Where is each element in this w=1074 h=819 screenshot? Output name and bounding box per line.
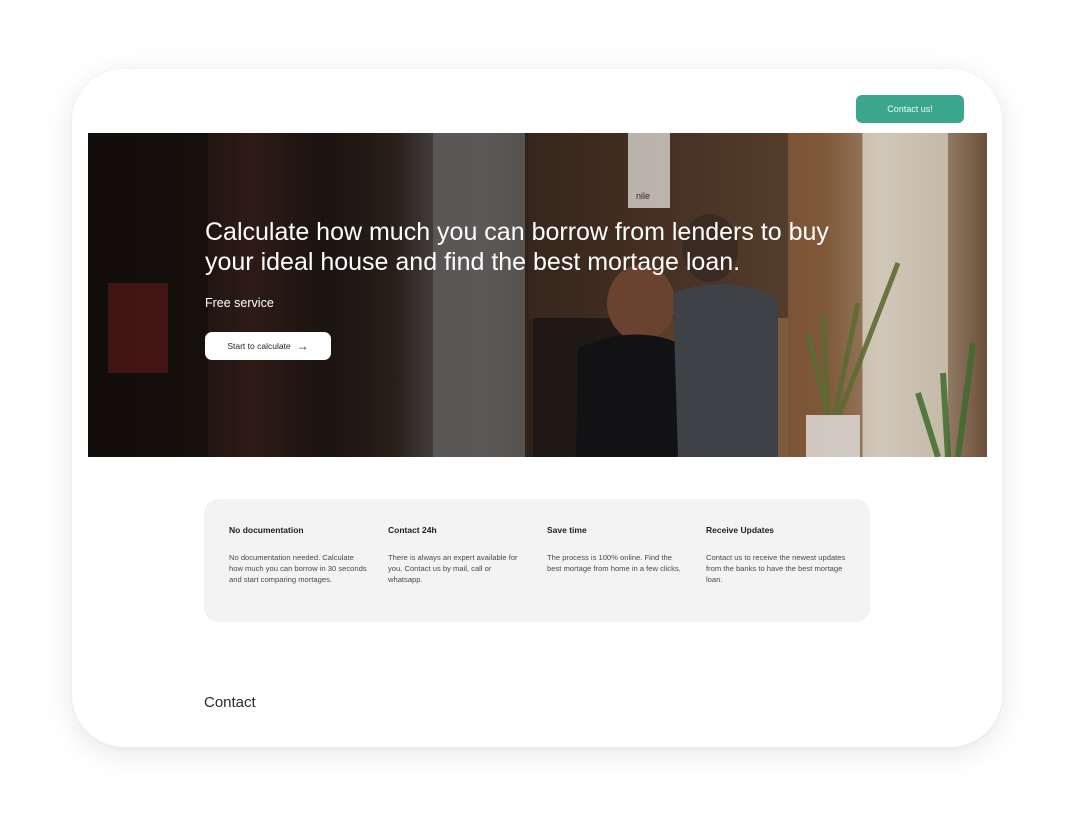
hero-photo: nile	[88, 133, 976, 457]
feature-title: Contact 24h	[388, 525, 437, 535]
contact-us-button[interactable]: Contact us!	[856, 95, 964, 123]
feature-title: No documentation	[229, 525, 304, 535]
contact-heading: Contact	[204, 694, 256, 711]
hero-title: Calculate how much you can borrow from l…	[205, 218, 829, 276]
start-calculate-label: Start to calculate	[227, 341, 291, 351]
feature-title: Save time	[547, 525, 587, 535]
page-frame: Contact us! nile Calculate how much you …	[72, 69, 1002, 747]
feature-title: Receive Updates	[706, 525, 775, 535]
feature-no-documentation: No documentation No documentation needed…	[229, 525, 369, 586]
feature-text: There is always an expert available for …	[388, 553, 518, 585]
start-calculate-button[interactable]: Start to calculate →	[205, 332, 331, 360]
feature-contact-24h: Contact 24h There is always an expert av…	[388, 525, 528, 586]
feature-text: No documentation needed. Calculate how m…	[229, 553, 367, 585]
hero-subtitle: Free service	[205, 296, 274, 310]
arrow-right-icon: →	[296, 339, 309, 353]
sign-text: nile	[636, 191, 650, 201]
feature-receive-updates: Receive Updates Contact us to receive th…	[706, 525, 846, 586]
feature-text: The process is 100% online. Find the bes…	[547, 553, 681, 574]
feature-text: Contact us to receive the newest updates…	[706, 553, 846, 585]
feature-save-time: Save time The process is 100% online. Fi…	[547, 525, 687, 574]
hero-banner: nile Calculate how much you can borrow f…	[88, 133, 987, 457]
features-card: No documentation No documentation needed…	[204, 499, 870, 622]
